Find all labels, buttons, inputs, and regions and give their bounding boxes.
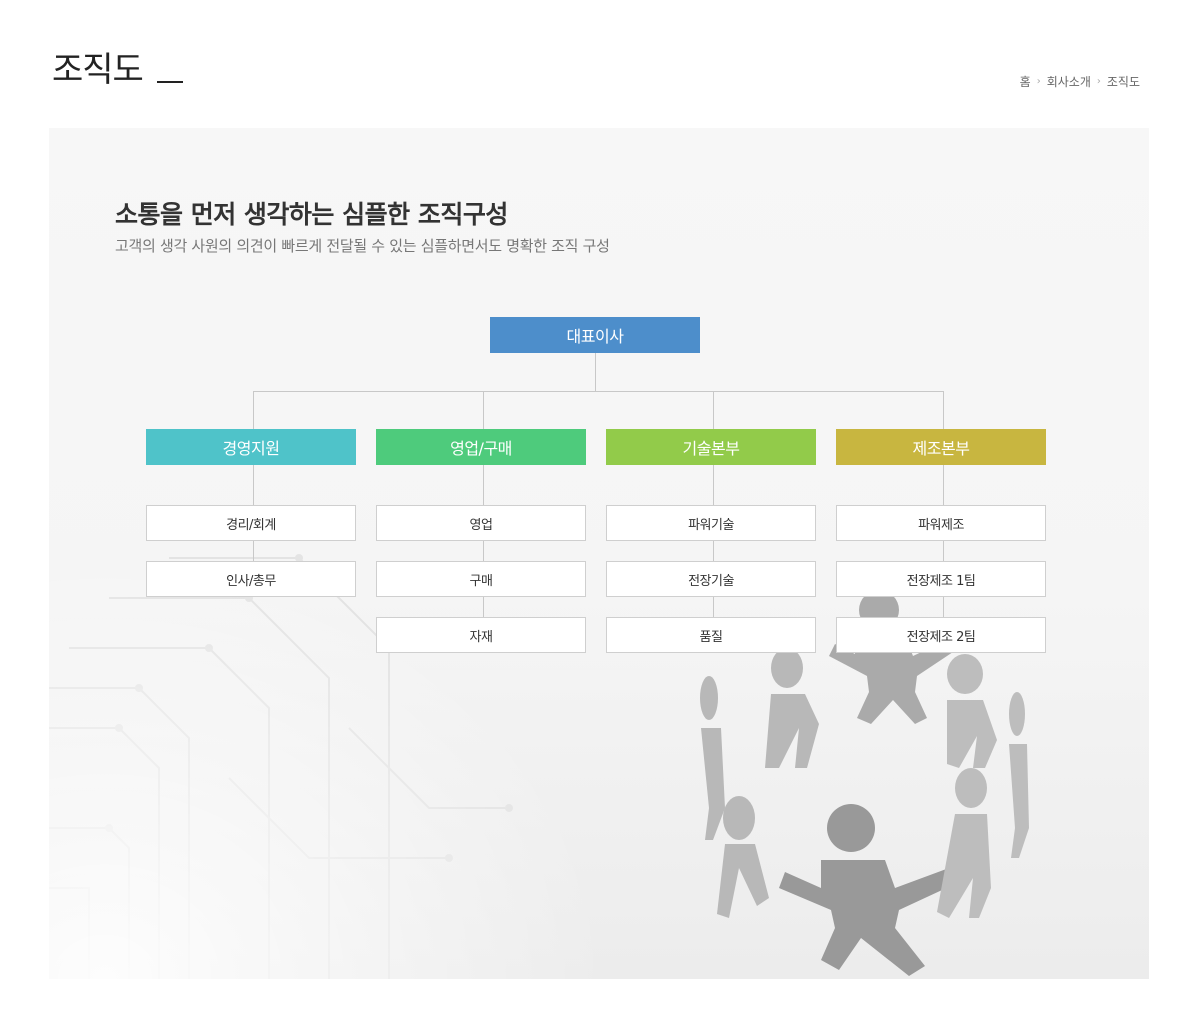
breadcrumb: 홈 › 회사소개 › 조직도 xyxy=(1020,73,1140,90)
team-label: 파워제조 xyxy=(918,517,964,533)
dept-label: 제조본부 xyxy=(912,439,970,458)
org-node-power-manufacturing[interactable]: 파워제조 xyxy=(836,505,1046,541)
team-label: 영업 xyxy=(469,517,493,533)
org-node-electrical-manufacturing-2[interactable]: 전장제조 2팀 xyxy=(836,617,1046,653)
team-label: 전장제조 2팀 xyxy=(906,629,976,645)
team-label: 경리/회계 xyxy=(226,517,276,533)
org-chart-panel: 소통을 먼저 생각하는 심플한 조직구성 고객의 생각 사원의 의견이 빠르게 … xyxy=(49,128,1149,979)
org-node-sales[interactable]: 영업 xyxy=(376,505,586,541)
team-label: 구매 xyxy=(469,573,493,589)
org-node-ceo[interactable]: 대표이사 xyxy=(490,317,700,353)
breadcrumb-home[interactable]: 홈 xyxy=(1020,73,1031,90)
chevron-right-icon: › xyxy=(1096,76,1101,87)
connector-dept-4 xyxy=(943,391,944,429)
org-node-hr-general-affairs[interactable]: 인사/총무 xyxy=(146,561,356,597)
org-node-quality[interactable]: 품질 xyxy=(606,617,816,653)
team-label: 인사/총무 xyxy=(226,573,276,589)
org-node-manufacturing-division[interactable]: 제조본부 xyxy=(836,429,1046,465)
connector-horizontal-bus xyxy=(253,391,943,392)
breadcrumb-company[interactable]: 회사소개 xyxy=(1047,73,1091,90)
team-label: 자재 xyxy=(469,629,493,645)
org-node-materials[interactable]: 자재 xyxy=(376,617,586,653)
team-label: 전장제조 1팀 xyxy=(906,573,976,589)
connector-top-vertical xyxy=(595,353,596,391)
dept-label: 경영지원 xyxy=(222,439,280,458)
dept-label: 영업/구매 xyxy=(450,439,512,458)
page-title: 조직도 xyxy=(52,48,183,92)
org-node-sales-purchasing[interactable]: 영업/구매 xyxy=(376,429,586,465)
breadcrumb-current[interactable]: 조직도 xyxy=(1107,73,1140,90)
org-node-technology-division[interactable]: 기술본부 xyxy=(606,429,816,465)
title-underline-decoration xyxy=(156,81,183,83)
org-node-electrical-technology[interactable]: 전장기술 xyxy=(606,561,816,597)
connector-dept-2 xyxy=(483,391,484,429)
team-label: 품질 xyxy=(699,629,723,645)
team-label: 파워기술 xyxy=(688,517,734,533)
org-node-electrical-manufacturing-1[interactable]: 전장제조 1팀 xyxy=(836,561,1046,597)
org-node-accounting[interactable]: 경리/회계 xyxy=(146,505,356,541)
page-title-text: 조직도 xyxy=(52,50,144,90)
intro-headline: 소통을 먼저 생각하는 심플한 조직구성 xyxy=(115,199,508,229)
org-node-management-support[interactable]: 경영지원 xyxy=(146,429,356,465)
dept-label: 기술본부 xyxy=(682,439,740,458)
connector-dept-3 xyxy=(713,391,714,429)
intro-description: 고객의 생각 사원의 의견이 빠르게 전달될 수 있는 심플하면서도 명확한 조… xyxy=(115,237,610,255)
chevron-right-icon: › xyxy=(1036,76,1041,87)
org-node-power-technology[interactable]: 파워기술 xyxy=(606,505,816,541)
org-node-purchasing[interactable]: 구매 xyxy=(376,561,586,597)
team-label: 전장기술 xyxy=(688,573,734,589)
org-node-ceo-label: 대표이사 xyxy=(566,327,624,346)
connector-dept-1 xyxy=(253,391,254,429)
